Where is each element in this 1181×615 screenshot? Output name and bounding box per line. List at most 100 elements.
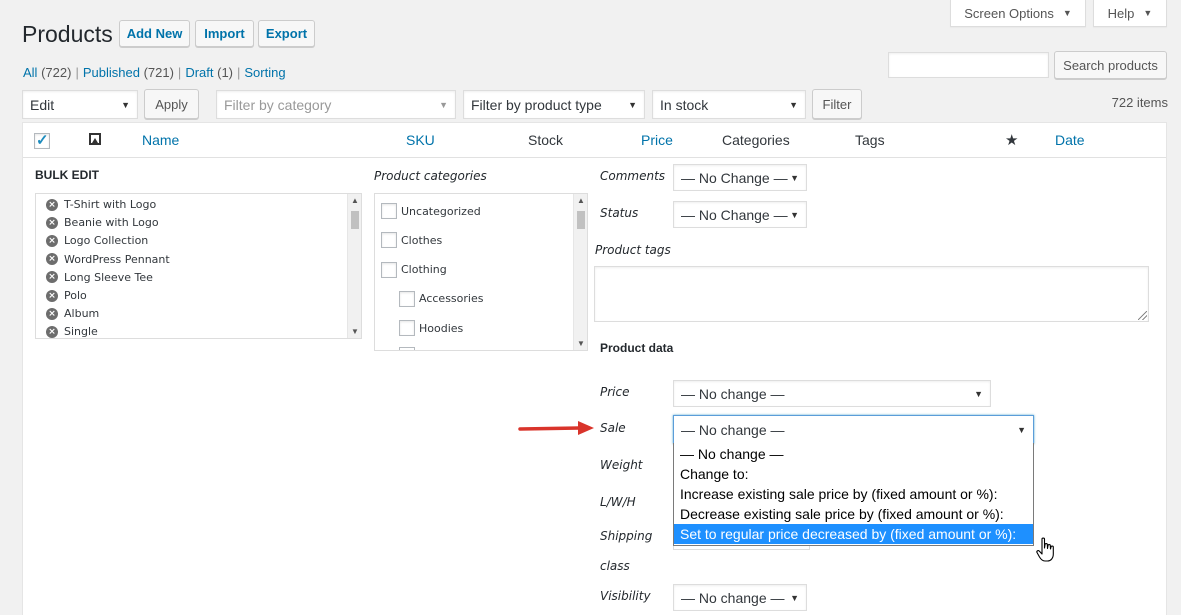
- bulk-edit-product-item: × Album: [46, 307, 99, 320]
- select-all-checkbox[interactable]: [34, 131, 50, 149]
- bulk-action-value: Edit: [30, 96, 55, 113]
- annotation-arrow-icon: [518, 421, 594, 435]
- column-tags: Tags: [855, 132, 885, 148]
- search-products-button[interactable]: Search products: [1054, 51, 1167, 79]
- column-sku[interactable]: SKU: [406, 132, 435, 148]
- shipping-label: Shipping: [600, 529, 653, 543]
- help-tab[interactable]: Help ▼: [1093, 0, 1167, 27]
- add-new-button[interactable]: Add New: [119, 20, 190, 47]
- comments-select[interactable]: — No Change — ▼: [673, 164, 807, 191]
- remove-circle-icon[interactable]: ×: [46, 307, 58, 320]
- column-price[interactable]: Price: [641, 132, 673, 148]
- partial-checkbox: [399, 347, 415, 350]
- remove-circle-icon[interactable]: ×: [46, 216, 58, 229]
- remove-circle-icon[interactable]: ×: [46, 271, 58, 284]
- caret-down-icon: ▼: [974, 388, 983, 399]
- filter-draft-link[interactable]: Draft (1): [185, 65, 233, 80]
- caret-down-icon: ▼: [790, 172, 799, 183]
- remove-circle-icon[interactable]: ×: [46, 253, 58, 266]
- product-type-select[interactable]: Filter by product type ▼: [463, 90, 645, 119]
- category-checkbox[interactable]: [399, 290, 415, 307]
- sale-select[interactable]: — No change — ▼: [673, 415, 1034, 444]
- filter-published-link[interactable]: Published (721): [83, 65, 174, 80]
- filter-category-placeholder: Filter by category: [224, 96, 332, 113]
- bulk-action-select[interactable]: Edit ▼: [22, 90, 138, 119]
- products-list-scrollbar[interactable]: ▲ ▼: [347, 194, 361, 338]
- sale-option[interactable]: Decrease existing sale price by (fixed a…: [674, 504, 1033, 524]
- visibility-label: Visibility: [600, 589, 651, 603]
- category-item[interactable]: Accessories: [399, 290, 483, 307]
- category-item[interactable]: Hoodies: [399, 320, 464, 337]
- sale-option[interactable]: Increase existing sale price by (fixed a…: [674, 484, 1033, 504]
- scroll-thumb[interactable]: [577, 211, 585, 229]
- screen-options-tab[interactable]: Screen Options ▼: [950, 0, 1086, 27]
- category-label: Clothes: [401, 233, 443, 247]
- shipping-class-label: class: [600, 559, 630, 573]
- search-input[interactable]: [888, 52, 1049, 78]
- category-checkbox[interactable]: [381, 261, 397, 278]
- screen-options-label: Screen Options: [964, 5, 1054, 21]
- apply-button[interactable]: Apply: [144, 89, 199, 119]
- stock-status-value: In stock: [660, 96, 709, 113]
- caret-down-icon: ▼: [121, 99, 130, 110]
- status-select[interactable]: — No Change — ▼: [673, 201, 807, 228]
- category-item[interactable]: Clothes: [381, 232, 443, 249]
- comments-label: Comments: [600, 169, 666, 183]
- resize-handle-icon[interactable]: [1138, 311, 1147, 320]
- export-button[interactable]: Export: [258, 20, 315, 47]
- scroll-up-icon[interactable]: ▲: [574, 196, 587, 205]
- scroll-down-icon[interactable]: ▼: [348, 327, 361, 336]
- caret-down-icon: ▼: [439, 99, 448, 110]
- caret-down-icon: ▼: [1143, 8, 1153, 18]
- bulk-edit-products-list[interactable]: × T-Shirt with Logo × Beanie with Logo × Logo…: [35, 193, 362, 339]
- categories-label: Product categories: [374, 169, 487, 183]
- remove-circle-icon[interactable]: ×: [46, 325, 58, 338]
- product-name: Album: [64, 307, 100, 321]
- sale-option[interactable]: Change to:: [674, 464, 1033, 484]
- caret-down-icon: ▼: [1062, 8, 1072, 18]
- caret-down-icon: ▼: [790, 209, 799, 220]
- visibility-select[interactable]: — No change — ▼: [673, 584, 807, 611]
- published-count: (721): [143, 65, 174, 80]
- sale-option[interactable]: — No change —: [674, 444, 1033, 464]
- product-tags-label: Product tags: [595, 243, 671, 257]
- column-name[interactable]: Name: [142, 132, 179, 148]
- import-button[interactable]: Import: [195, 20, 254, 47]
- weight-label: Weight: [600, 458, 643, 472]
- price-label: Price: [600, 385, 630, 399]
- bulk-edit-product-item: × WordPress Pennant: [46, 253, 170, 266]
- bulk-edit-product-item: × Single: [46, 325, 98, 338]
- category-item[interactable]: Clothing: [381, 261, 447, 278]
- price-value: — No change —: [681, 385, 785, 402]
- all-count: (722): [41, 65, 72, 80]
- remove-circle-icon[interactable]: ×: [46, 198, 58, 211]
- scroll-down-icon[interactable]: ▼: [574, 339, 587, 348]
- remove-circle-icon[interactable]: ×: [46, 234, 58, 247]
- categories-scrollbar[interactable]: ▲ ▼: [573, 194, 587, 350]
- sale-option-selected[interactable]: Set to regular price decreased by (fixed…: [674, 524, 1033, 544]
- bulk-edit-title: BULK EDIT: [35, 168, 99, 182]
- sorting-link[interactable]: Sorting: [244, 65, 285, 80]
- sale-dropdown-list[interactable]: — No change — Change to: Increase existi…: [673, 443, 1034, 546]
- remove-circle-icon[interactable]: ×: [46, 289, 58, 302]
- category-checkbox[interactable]: [381, 232, 397, 249]
- product-name: T-Shirt with Logo: [64, 198, 157, 211]
- price-select[interactable]: — No change — ▼: [673, 380, 991, 407]
- star-icon: ★: [1005, 132, 1019, 149]
- category-label: Hoodies: [419, 321, 464, 335]
- filter-category-select[interactable]: Filter by category ▼: [216, 90, 456, 119]
- filter-button[interactable]: Filter: [812, 89, 862, 119]
- help-label: Help: [1107, 5, 1135, 21]
- column-date[interactable]: Date: [1055, 132, 1085, 148]
- categories-checklist[interactable]: Uncategorized Clothes Clothing Accessories H…: [374, 193, 588, 351]
- scroll-thumb[interactable]: [351, 211, 359, 229]
- filter-all-link[interactable]: All (722): [23, 65, 71, 80]
- stock-status-select[interactable]: In stock ▼: [652, 90, 806, 119]
- category-checkbox[interactable]: [381, 203, 397, 219]
- category-checkbox[interactable]: [399, 320, 415, 337]
- draft-count: (1): [217, 65, 233, 80]
- status-label: Status: [600, 206, 639, 220]
- scroll-up-icon[interactable]: ▲: [348, 196, 361, 205]
- product-tags-textarea[interactable]: [594, 266, 1149, 322]
- category-item[interactable]: Uncategorized: [381, 203, 481, 219]
